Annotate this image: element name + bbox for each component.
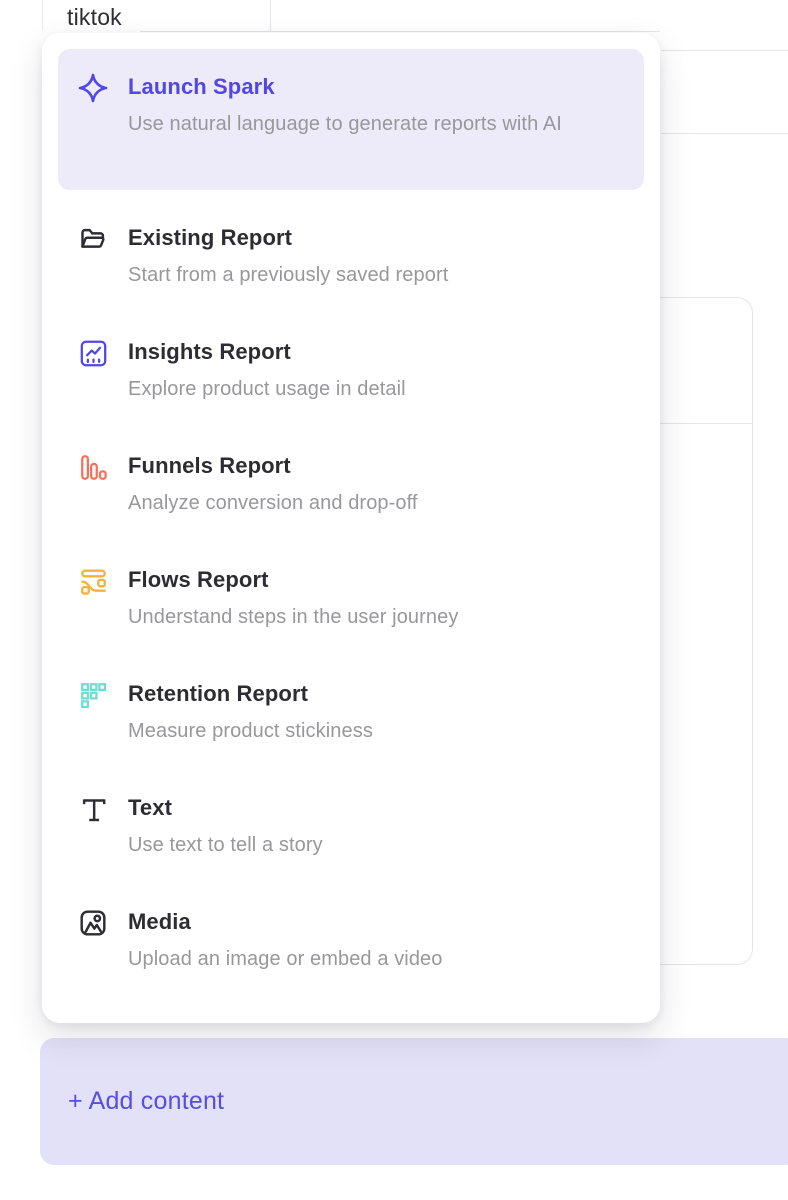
menu-item-description: Measure product stickiness [128,717,624,746]
menu-item-flows-report[interactable]: Flows Report Understand steps in the use… [58,565,644,632]
background-horizontal-divider-top [140,31,660,32]
menu-item-existing-report[interactable]: Existing Report Start from a previously … [58,223,644,290]
menu-item-funnels-report[interactable]: Funnels Report Analyze conversion and dr… [58,451,644,518]
add-content-menu: Launch Spark Use natural language to gen… [42,33,660,1023]
background-horizontal-divider-right-2 [661,133,788,134]
background-cell-text: tiktok [67,4,122,31]
menu-item-label: Flows Report [128,567,269,592]
menu-item-label: Insights Report [128,339,291,364]
menu-item-label: Retention Report [128,681,308,706]
background-horizontal-divider-right-1 [661,50,788,51]
menu-item-description: Upload an image or embed a video [128,945,624,974]
menu-item-description: Start from a previously saved report [128,261,624,290]
menu-item-label: Existing Report [128,225,292,250]
menu-item-description: Explore product usage in detail [128,375,624,404]
add-content-label: + Add content [68,1087,224,1116]
menu-item-insights-report[interactable]: Insights Report Explore product usage in… [58,337,644,404]
menu-item-retention-report[interactable]: Retention Report Measure product stickin… [58,679,644,746]
menu-item-launch-spark[interactable]: Launch Spark Use natural language to gen… [58,49,644,190]
retention-grid-icon [78,680,108,710]
text-icon [78,794,108,824]
background-vertical-divider [270,0,271,31]
media-image-icon [78,908,108,938]
menu-item-label: Media [128,909,191,934]
background-vertical-divider-left [42,0,43,31]
insights-chart-icon [78,338,108,368]
funnels-bars-icon [78,452,108,482]
menu-item-label: Text [128,795,172,820]
flows-icon [78,566,108,596]
add-content-button[interactable]: + Add content [40,1038,788,1165]
menu-item-description: Understand steps in the user journey [128,603,624,632]
folder-open-icon [78,224,108,254]
menu-item-description: Use natural language to generate reports… [128,107,610,141]
menu-item-description: Use text to tell a story [128,831,624,860]
menu-item-label: Funnels Report [128,453,291,478]
spark-icon [78,73,108,103]
menu-item-media[interactable]: Media Upload an image or embed a video [58,907,644,974]
menu-item-text[interactable]: Text Use text to tell a story [58,793,644,860]
menu-item-description: Analyze conversion and drop-off [128,489,624,518]
menu-item-label: Launch Spark [128,74,275,99]
